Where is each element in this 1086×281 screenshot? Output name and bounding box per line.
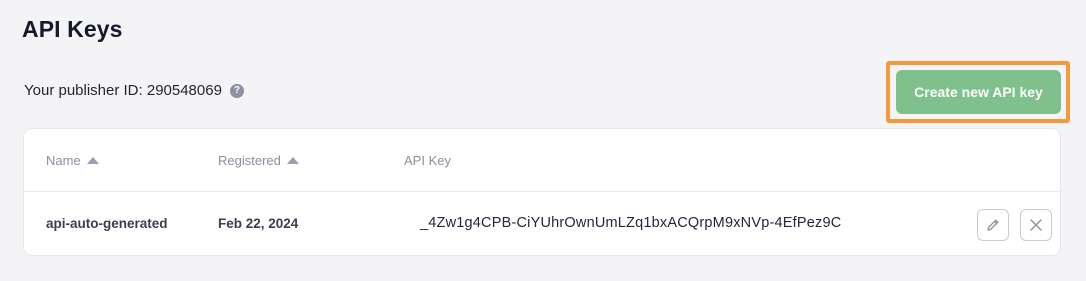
create-button-highlight: Create new API key xyxy=(886,61,1070,123)
sort-asc-icon[interactable] xyxy=(86,156,99,164)
cell-name: api-auto-generated xyxy=(46,216,168,231)
column-header-api-key: API Key xyxy=(404,153,451,168)
column-header-registered[interactable]: Registered xyxy=(218,153,299,168)
api-keys-page: API Keys Your publisher ID: 290548069 ? … xyxy=(0,0,1086,281)
column-header-label: Registered xyxy=(218,153,281,168)
cell-registered: Feb 22, 2024 xyxy=(218,216,299,231)
column-header-label: API Key xyxy=(404,153,451,168)
edit-icon xyxy=(987,219,999,231)
question-icon[interactable]: ? xyxy=(229,83,244,98)
page-title: API Keys xyxy=(22,16,123,42)
column-header-label: Name xyxy=(46,153,81,168)
sort-asc-icon[interactable] xyxy=(286,156,299,164)
create-api-key-button[interactable]: Create new API key xyxy=(896,70,1061,114)
column-header-name[interactable]: Name xyxy=(46,153,99,168)
close-icon xyxy=(1030,219,1042,231)
cell-api-key: _4Zw1g4CPB-CiYUhrOwnUmLZq1bxACQrpM9xNVp-… xyxy=(420,215,842,231)
delete-button[interactable] xyxy=(1020,209,1052,241)
publisher-id-label: Your publisher ID: 290548069 xyxy=(24,82,222,99)
table-row: api-auto-generated Feb 22, 2024 _4Zw1g4C… xyxy=(24,193,1060,256)
api-keys-table: Name Registered API Key api-auto-generat… xyxy=(23,128,1061,256)
publisher-id-row: Your publisher ID: 290548069 ? xyxy=(24,82,244,99)
edit-button[interactable] xyxy=(977,209,1009,241)
table-header: Name Registered API Key xyxy=(24,129,1060,192)
